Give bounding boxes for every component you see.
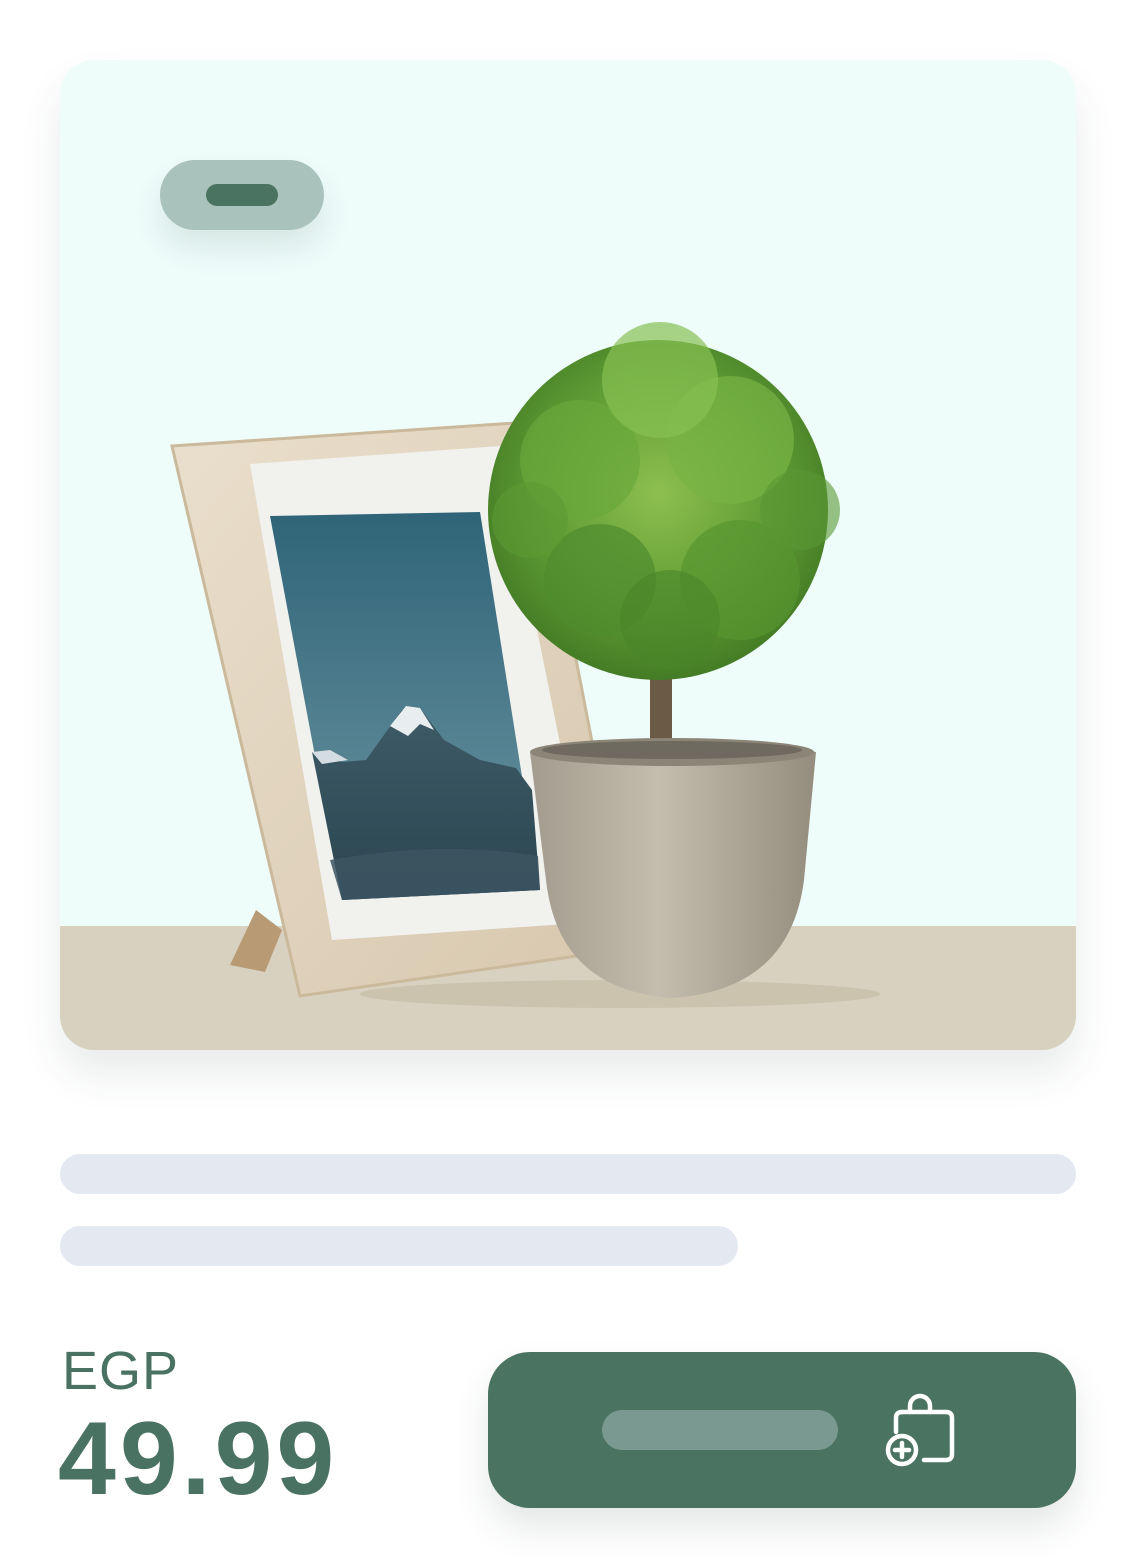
price-currency: EGP — [62, 1341, 180, 1401]
product-badge[interactable] — [160, 160, 324, 230]
add-to-cart-button[interactable] — [488, 1352, 1076, 1508]
shopping-bag-plus-icon — [885, 1393, 955, 1467]
price-amount: 49.99 — [58, 1401, 339, 1517]
product-card[interactable] — [60, 60, 1076, 1050]
plant-foliage — [488, 322, 840, 680]
product-title-placeholder — [60, 1154, 1076, 1194]
badge-label-placeholder — [206, 184, 278, 206]
add-to-cart-label-placeholder — [602, 1410, 838, 1450]
product-subtitle-placeholder — [60, 1226, 738, 1266]
